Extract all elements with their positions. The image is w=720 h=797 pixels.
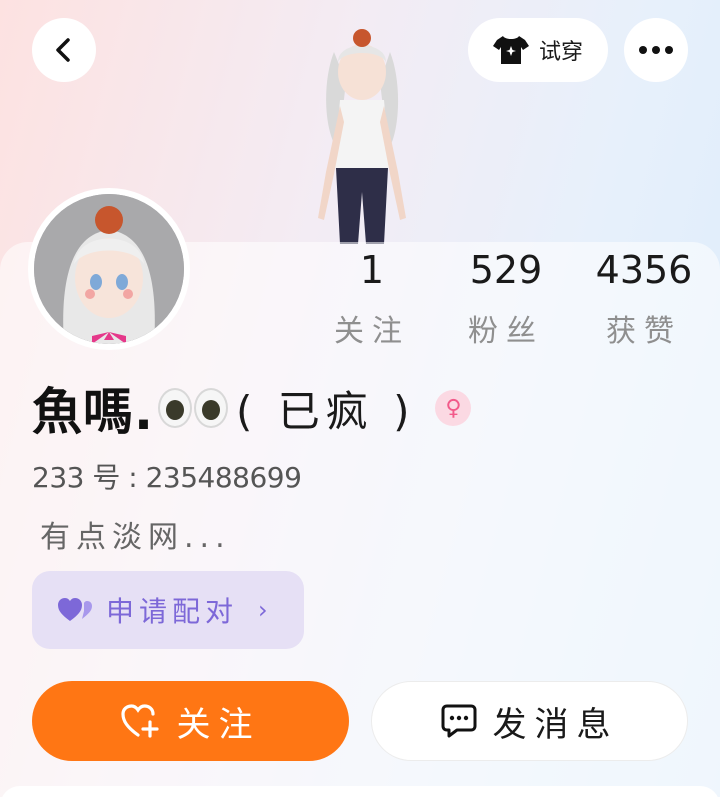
username-suffix: ( 已疯 ): [236, 386, 416, 436]
apply-pair-button[interactable]: 申请配对 ›: [32, 571, 304, 649]
chevron-left-icon: [56, 38, 70, 62]
send-message-button[interactable]: 发消息: [371, 681, 688, 761]
eyes-emoji-icon: [158, 388, 228, 428]
stat-following[interactable]: 1 关注: [302, 248, 442, 350]
stat-fans-value: 529: [469, 248, 543, 292]
stat-following-value: 1: [359, 248, 385, 292]
heart-plus-icon: [120, 704, 159, 738]
chat-bubble-icon: [441, 704, 476, 738]
more-button[interactable]: [624, 18, 688, 82]
next-section-card: [0, 786, 720, 797]
follow-label: 关注: [176, 704, 261, 745]
back-button[interactable]: [32, 18, 96, 82]
user-id: 233 号 : 235488699: [32, 461, 302, 494]
hearts-icon: [58, 598, 92, 621]
stat-following-label: 关注: [334, 314, 410, 349]
stat-likes[interactable]: 4356 获赞: [574, 248, 714, 350]
name-row: 魚嗎. ( 已疯 ) ♀: [32, 376, 472, 441]
tshirt-sparkle-icon: [492, 36, 529, 64]
try-on-button[interactable]: 试穿: [468, 18, 608, 82]
female-icon: ♀: [435, 390, 472, 426]
stat-likes-label: 获赞: [606, 314, 682, 349]
avatar-3d-figure: [318, 29, 406, 244]
try-on-label: 试穿: [538, 40, 583, 65]
chevron-right-icon: ›: [258, 596, 268, 624]
avatar[interactable]: [28, 188, 190, 350]
send-message-label: 发消息: [492, 704, 619, 745]
bio-text: 有点淡网...: [40, 520, 231, 555]
username: 魚嗎.: [32, 383, 154, 441]
stat-likes-value: 4356: [595, 248, 693, 292]
follow-button[interactable]: 关注: [32, 681, 349, 761]
stat-fans-label: 粉丝: [468, 314, 544, 349]
stat-fans[interactable]: 529 粉丝: [436, 248, 576, 350]
apply-pair-label: 申请配对: [106, 595, 239, 628]
more-dots-icon: [639, 46, 673, 54]
avatar-portrait: [34, 194, 184, 344]
